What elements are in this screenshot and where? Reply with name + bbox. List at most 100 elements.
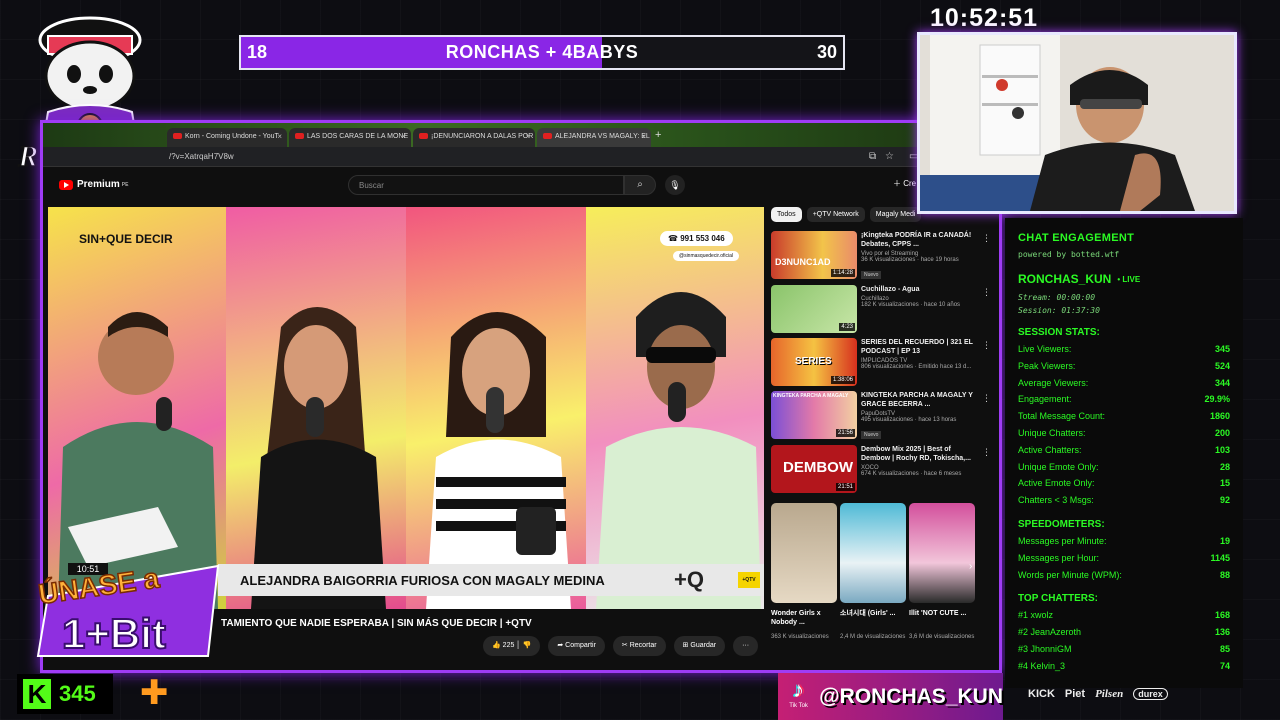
tab-dos-caras[interactable]: LAS DOS CARAS DE LA MONE × (289, 128, 411, 147)
stat-row: Average Viewers: 344 (1018, 375, 1230, 392)
stat-row: Active Chatters: 103 (1018, 442, 1230, 459)
chyron-tag: +QTV (738, 572, 760, 588)
tab-label: Korn - Coming Undone - YouT (185, 133, 279, 140)
stat-label: Unique Emote Only: (1018, 461, 1099, 472)
chip-todos[interactable]: Todos (771, 207, 802, 222)
tab-korn[interactable]: Korn - Coming Undone - YouT × (167, 128, 287, 147)
stat-row: Peak Viewers: 524 (1018, 358, 1230, 375)
video-panel-2 (226, 207, 406, 609)
share-button[interactable]: ➦ Compartir (548, 636, 605, 656)
chip-magaly[interactable]: Magaly Medi (869, 207, 922, 222)
youtube-logo[interactable]: Premium PE (59, 179, 128, 190)
close-icon[interactable]: × (401, 132, 406, 141)
section-heading: SESSION STATS: (1018, 327, 1100, 338)
youtube-icon (173, 133, 182, 140)
youtube-header: Premium PE Buscar ⌕ 🎙 ＋ Cre (43, 167, 999, 203)
top-chatters: #1 xwolz 168 #2 JeanAzeroth 136 #3 JhonniGM 8… (1018, 607, 1230, 674)
chat-engagement-panel: CHAT ENGAGEMENT powered by botted.wtf RO… (1005, 218, 1243, 688)
more-vert-icon[interactable]: ⋮ (982, 287, 991, 298)
qtv-logo: +Q (674, 567, 704, 592)
video-info: Cuchillazo - Agua Cuchillazo 182 K visuali… (861, 285, 981, 308)
more-vert-icon[interactable]: ⋮ (982, 393, 991, 404)
like-button[interactable]: 👍 225 │ 👎 (483, 636, 541, 656)
star-icon[interactable]: ☆ (885, 151, 894, 162)
stat-label: #2 JeanAzeroth (1018, 627, 1082, 638)
chevron-right-icon[interactable]: › (969, 561, 972, 572)
webcam-feed (917, 32, 1237, 214)
share-label: Compartir (565, 642, 596, 649)
clip-label: Recortar (629, 642, 657, 649)
stat-row: Unique Chatters: 200 (1018, 425, 1230, 442)
short-thumbnail-3[interactable] (909, 503, 975, 603)
thumbnail-text: SERIES (795, 356, 832, 367)
stat-label: Unique Chatters: (1018, 427, 1086, 438)
short-thumbnail-2[interactable] (840, 503, 906, 603)
scoreboard-right-score: 30 (816, 42, 837, 62)
stat-row: Live Viewers: 345 (1018, 341, 1230, 358)
video-actions: 👍 225 │ 👎 ➦ Compartir ✂ Recortar ⊞ Guard… (483, 636, 759, 656)
video-thumbnail: KINGTEKA PARCHA A MAGALY 21:56 (771, 391, 857, 439)
duration-badge: 1:38:06 (830, 376, 855, 384)
stat-value: 136 (1214, 627, 1230, 638)
more-vert-icon[interactable]: ⋮ (982, 340, 991, 351)
clip-button[interactable]: ✂ Recortar (612, 636, 666, 656)
tab-alejandra-vs-magaly[interactable]: ALEJANDRA VS MAGALY: EL × (537, 128, 651, 147)
close-icon[interactable]: × (525, 132, 530, 141)
new-tab-button[interactable]: + (655, 129, 661, 141)
share-icon: ➦ (557, 642, 564, 649)
voice-search-button[interactable]: 🎙 (665, 175, 685, 195)
video-title: ¡Kingteka PODRÍA IR a CANADÁ! Debates, C… (861, 232, 972, 248)
scissors-icon: ✂ (621, 642, 628, 649)
create-button[interactable]: ＋ Cre (893, 178, 916, 189)
cast-icon[interactable]: ⧉ (869, 151, 876, 162)
stat-label: Peak Viewers: (1018, 360, 1076, 371)
like-count: 225 (502, 642, 515, 649)
more-vert-icon[interactable]: ⋮ (982, 447, 991, 458)
video-title: KINGTEKA PARCHA A MAGALY Y GRACE BECERRA… (861, 392, 973, 408)
tab-denunciaron[interactable]: ¡DENUNCIARON A DALAS POR × (413, 128, 535, 147)
promo-line-2: 1+Bit (62, 610, 166, 657)
tab-label: ALEJANDRA VS MAGALY: EL (555, 133, 650, 140)
close-icon[interactable]: × (277, 132, 282, 141)
stat-label: Active Emote Only: (1018, 478, 1095, 489)
list-item[interactable]: DEMBOW 21:51 Dembow Mix 2025 | Best of De… (771, 445, 991, 495)
save-button[interactable]: ⊞ Guardar (673, 636, 726, 656)
stat-row: #2 JeanAzeroth 136 (1018, 624, 1230, 641)
powered-by: powered by botted.wtf (1018, 250, 1120, 259)
show-handle: @sinmasquedecir.oficial (673, 251, 739, 261)
short-views: 363 K visualizaciones (771, 634, 829, 640)
sponsor-kick: KICK (1028, 688, 1055, 700)
short-thumbnail-1[interactable] (771, 503, 837, 603)
search-input[interactable]: Buscar (348, 175, 624, 195)
youtube-icon (295, 133, 304, 140)
video-info: KINGTEKA PARCHA A MAGALY Y GRACE BECERRA… (861, 391, 981, 441)
stat-label: Active Chatters: (1018, 444, 1082, 455)
stat-row: Words per Minute (WPM): 88 (1018, 567, 1230, 584)
close-icon[interactable]: × (641, 132, 646, 141)
new-badge: Nuevo (861, 271, 882, 279)
sponsor-piet: Piet (1064, 688, 1086, 700)
microphone-icon: 🎙 (669, 180, 681, 190)
chip-qtv-network[interactable]: +QTV Network (806, 207, 865, 222)
list-item[interactable]: D3NUNC1AD 1:14:28 ¡Kingteka PODRÍA IR a C… (771, 231, 991, 281)
youtube-icon (543, 133, 552, 140)
video-player[interactable]: SIN+QUE DECIR ☎ 991 553 046 @sinmasquede… (48, 207, 764, 609)
stat-value: 85 (1219, 643, 1230, 654)
stat-row: #1 xwolz 168 (1018, 607, 1230, 624)
list-item[interactable]: 4:23 Cuchillazo - Agua Cuchillazo 182 K vi… (771, 285, 991, 335)
list-item[interactable]: SERIES 1:38:06 SERIES DEL RECUERDO | 321 … (771, 338, 991, 388)
more-vert-icon[interactable]: ⋮ (982, 233, 991, 244)
search-button[interactable]: ⌕ (624, 175, 656, 195)
url-text[interactable]: /?v=XatrqaH7V8w (169, 152, 234, 161)
short-title: Illit 'NOT CUTE ... (909, 610, 967, 617)
short-views: 2,4 M de visualizaciones (840, 634, 906, 640)
video-title: TAMIENTO QUE NADIE ESPERABA | SIN MÁS QU… (221, 618, 532, 629)
address-bar[interactable]: /?v=XatrqaH7V8w ⧉ ☆ ▭ (43, 147, 999, 167)
stat-label: Live Viewers: (1018, 344, 1072, 354)
stat-value: 1860 (1209, 411, 1230, 422)
list-item[interactable]: KINGTEKA PARCHA A MAGALY 21:56 KINGTEKA P… (771, 391, 991, 441)
tab-label: ¡DENUNCIARON A DALAS POR (431, 133, 534, 140)
youtube-play-icon (59, 179, 73, 190)
more-button[interactable]: ··· (733, 636, 759, 656)
filter-chips: Todos +QTV Network Magaly Medi (771, 207, 922, 222)
